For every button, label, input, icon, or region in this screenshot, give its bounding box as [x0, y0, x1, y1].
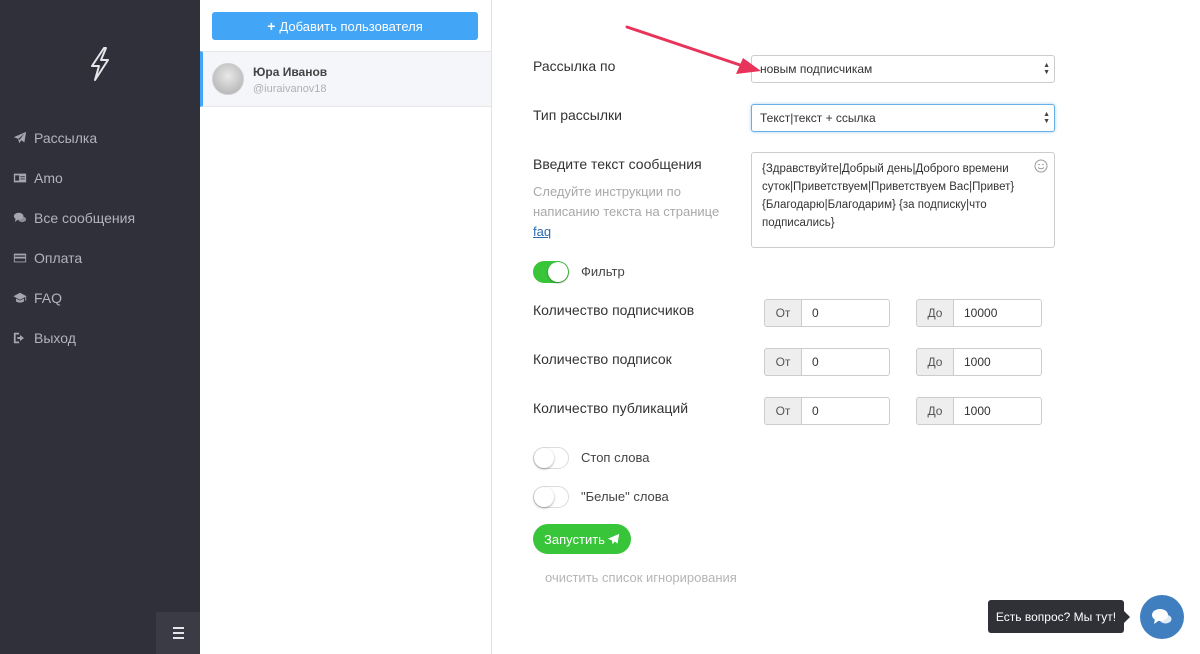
graduation-cap-icon: [12, 290, 28, 306]
white-words-label: "Белые" слова: [581, 489, 669, 504]
subscribers-count-label: Количество подписчиков: [533, 302, 695, 318]
emoji-icon[interactable]: [1034, 159, 1048, 173]
from-addon: От: [764, 397, 801, 425]
to-addon: До: [916, 397, 953, 425]
message-label: Введите текст сообщения: [533, 156, 702, 172]
paper-plane-icon: [607, 533, 620, 544]
menu-toggle-button[interactable]: [156, 612, 200, 654]
subscribers-from-group: От 0: [764, 299, 890, 327]
annotation-arrow-icon: [625, 25, 761, 74]
sidebar-item-logout[interactable]: Выход: [0, 318, 200, 358]
mailing-type-value: Текст|текст + ссылка: [760, 111, 876, 125]
select-arrows-icon: ▲ ▼: [1043, 62, 1050, 76]
run-button[interactable]: Запустить: [533, 524, 631, 554]
sidebar-item-mailing[interactable]: Рассылка: [0, 118, 200, 158]
posts-count-label: Количество публикаций: [533, 400, 689, 416]
subscribers-from-input[interactable]: 0: [801, 299, 890, 327]
add-user-button[interactable]: + Добавить пользователя: [212, 12, 478, 40]
subscribers-to-input[interactable]: 10000: [953, 299, 1042, 327]
posts-to-group: До 1000: [916, 397, 1042, 425]
faq-link[interactable]: faq: [533, 224, 551, 239]
sidebar-item-all-messages[interactable]: Все сообщения: [0, 198, 200, 238]
user-handle: @iuraivanov18: [253, 83, 327, 95]
users-panel: + Добавить пользователя Юра Иванов @iura…: [200, 0, 492, 654]
posts-from-group: От 0: [764, 397, 890, 425]
message-hint: Следуйте инструкции по написанию текста …: [533, 182, 733, 242]
sidebar-item-label: Amo: [34, 170, 63, 186]
sidebar-item-label: Все сообщения: [34, 210, 136, 226]
chat-tooltip: Есть вопрос? Мы тут!: [988, 600, 1130, 633]
mailing-by-value: новым подписчикам: [760, 62, 873, 76]
comments-icon: [12, 210, 28, 226]
user-list-item[interactable]: Юра Иванов @iuraivanov18: [200, 51, 491, 107]
sign-out-icon: [12, 330, 28, 346]
posts-from-input[interactable]: 0: [801, 397, 890, 425]
mailing-type-select[interactable]: Текст|текст + ссылка ▲ ▼: [751, 104, 1055, 132]
clear-ignore-list-link[interactable]: очистить список игнорирования: [545, 570, 737, 585]
filter-toggle[interactable]: [533, 261, 569, 283]
to-addon: До: [916, 299, 953, 327]
mailing-form: Рассылка по новым подписчикам ▲ ▼ Тип рас…: [493, 0, 1200, 654]
mailing-by-label: Рассылка по: [533, 58, 616, 74]
run-button-label: Запустить: [544, 531, 605, 547]
filter-label: Фильтр: [581, 264, 625, 279]
mailing-type-label: Тип рассылки: [533, 107, 622, 123]
sidebar-item-payment[interactable]: Оплата: [0, 238, 200, 278]
message-textarea[interactable]: {Здравствуйте|Добрый день|Доброго времен…: [751, 152, 1055, 248]
toggle-knob: [548, 262, 568, 282]
avatar: [212, 63, 244, 95]
sidebar-item-label: Выход: [34, 330, 76, 346]
add-user-label: Добавить пользователя: [279, 18, 423, 34]
toggle-knob: [534, 487, 554, 507]
sidebar-item-label: Рассылка: [34, 130, 98, 146]
chat-button[interactable]: [1140, 595, 1184, 639]
follows-to-group: До 1000: [916, 348, 1042, 376]
stop-words-toggle[interactable]: [533, 447, 569, 469]
credit-card-icon: [12, 250, 28, 266]
posts-to-input[interactable]: 1000: [953, 397, 1042, 425]
sidebar-item-label: FAQ: [34, 290, 63, 306]
follows-from-input[interactable]: 0: [801, 348, 890, 376]
white-words-toggle[interactable]: [533, 486, 569, 508]
stop-words-label: Стоп слова: [581, 450, 650, 465]
toggle-knob: [534, 448, 554, 468]
follows-to-input[interactable]: 1000: [953, 348, 1042, 376]
follows-count-label: Количество подписок: [533, 351, 672, 367]
from-addon: От: [764, 348, 801, 376]
to-addon: До: [916, 348, 953, 376]
lightning-logo-icon: [91, 47, 109, 81]
mailing-by-select[interactable]: новым подписчикам ▲ ▼: [751, 55, 1055, 83]
from-addon: От: [764, 299, 801, 327]
plus-icon: +: [267, 18, 276, 34]
paper-plane-icon: [12, 130, 28, 146]
follows-from-group: От 0: [764, 348, 890, 376]
sidebar: Рассылка Amo Все сообщения Оплата FAQ Вы…: [0, 0, 200, 654]
id-card-icon: [12, 170, 28, 186]
select-arrows-icon: ▲ ▼: [1043, 111, 1050, 125]
chat-bubbles-icon: [1152, 609, 1172, 624]
hamburger-icon: [172, 626, 184, 641]
subscribers-to-group: До 10000: [916, 299, 1042, 327]
sidebar-item-faq[interactable]: FAQ: [0, 278, 200, 318]
sidebar-item-amo[interactable]: Amo: [0, 158, 200, 198]
message-hint-text: Следуйте инструкции по написанию текста …: [533, 184, 720, 219]
sidebar-item-label: Оплата: [34, 250, 83, 266]
message-text: {Здравствуйте|Добрый день|Доброго времен…: [762, 163, 1015, 229]
user-name: Юра Иванов: [253, 65, 328, 79]
sidebar-nav: Рассылка Amo Все сообщения Оплата FAQ Вы…: [0, 118, 200, 358]
